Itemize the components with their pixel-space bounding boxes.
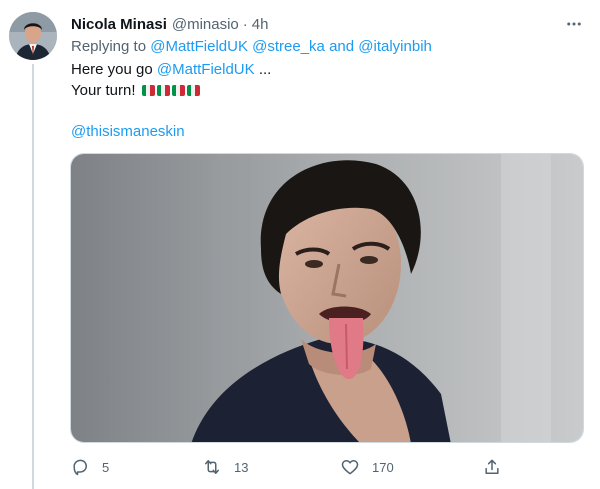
- separator-dot: ·: [242, 15, 248, 33]
- tweet-header: Nicola Minasi @minasio · 4h: [71, 14, 268, 34]
- italy-flag-icon: [186, 85, 200, 96]
- tweet[interactable]: Nicola Minasi @minasio · 4h Replying to …: [0, 0, 600, 489]
- share-icon: [485, 459, 499, 474]
- tweet-text: Your turn!: [71, 82, 136, 99]
- user-handle[interactable]: @minasio: [172, 16, 239, 33]
- mention-link[interactable]: @MattFieldUK: [157, 61, 255, 78]
- tweet-actions: 5 13 170: [70, 454, 500, 480]
- tweet-text: Here you go: [71, 61, 153, 78]
- retweet-icon: [205, 460, 219, 474]
- replying-to-label: Replying to: [71, 38, 147, 55]
- reply-icon: [73, 459, 87, 476]
- mention-link[interactable]: @italyinbih: [358, 38, 432, 55]
- avatar[interactable]: [9, 12, 57, 60]
- reply-button[interactable]: 5: [70, 454, 109, 480]
- thread-line: [32, 64, 34, 489]
- mention-link[interactable]: @stree_ka: [252, 38, 325, 55]
- display-name[interactable]: Nicola Minasi: [71, 16, 167, 33]
- mention-link[interactable]: @thisismaneskin: [71, 123, 185, 140]
- like-count: 170: [372, 459, 394, 475]
- tweet-text-line-2: Your turn!: [71, 81, 200, 101]
- tweet-text: ...: [258, 61, 272, 78]
- italy-flag-icon: [171, 85, 185, 96]
- more-horizontal-icon: [567, 22, 581, 26]
- italy-flag-icon: [156, 85, 170, 96]
- share-button[interactable]: [482, 454, 502, 480]
- like-button[interactable]: 170: [340, 454, 394, 480]
- tweet-text-line-1: Here you go @MattFieldUK ...: [71, 60, 271, 80]
- retweet-count: 13: [234, 459, 249, 475]
- heart-icon: [341, 460, 359, 475]
- timestamp[interactable]: 4h: [252, 16, 269, 33]
- italy-flag-icon: [141, 85, 155, 96]
- reply-count: 5: [102, 459, 110, 475]
- retweet-button[interactable]: 13: [202, 454, 248, 480]
- tweet-photo[interactable]: [70, 153, 584, 443]
- replying-joiner[interactable]: and: [329, 38, 354, 55]
- tweet-text-line-3: @thisismaneskin: [71, 122, 185, 142]
- replying-to-line: Replying to @MattFieldUK @stree_ka and @…: [71, 38, 432, 55]
- mention-link[interactable]: @MattFieldUK: [150, 38, 248, 55]
- more-options-button[interactable]: [562, 12, 586, 36]
